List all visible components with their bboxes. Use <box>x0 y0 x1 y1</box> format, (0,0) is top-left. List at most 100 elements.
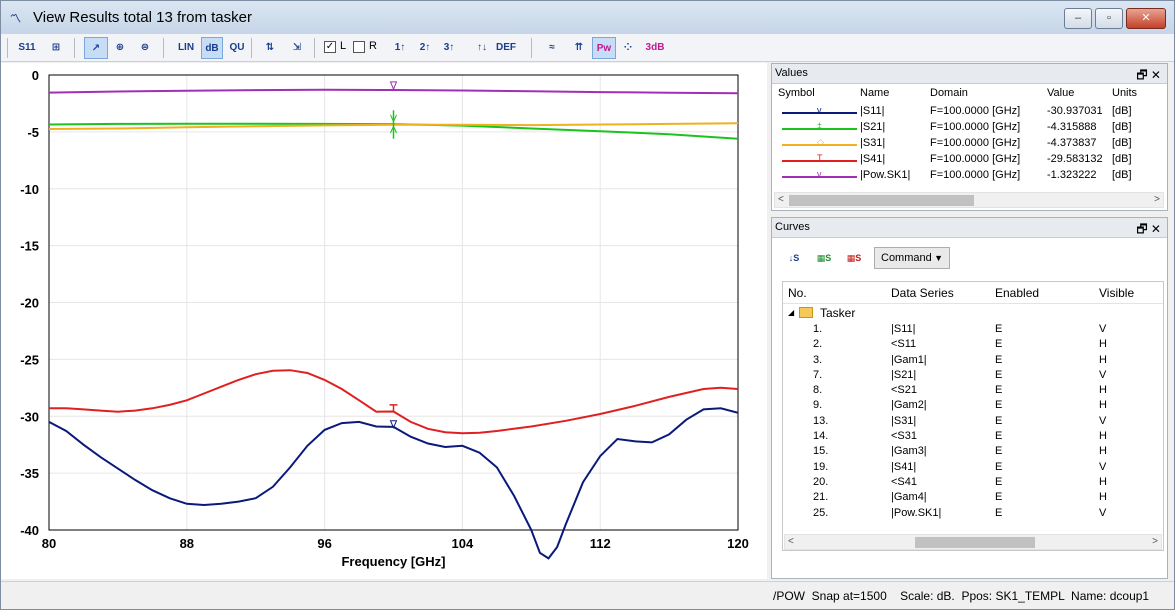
plot-area[interactable]: 0 -5 -10 -15 -20 -25 -30 -35 -40 80 88 96 104 112 120 F… <box>1 63 767 579</box>
value-domain: F=100.0000 [GHz] <box>930 121 1021 133</box>
port1-icon[interactable]: 1↑ <box>389 37 411 59</box>
table-row[interactable]: 2. <S11 E H <box>783 337 1163 352</box>
values-row[interactable]: T |S41| F=100.0000 [GHz] -29.583132 [dB] <box>772 152 1167 168</box>
value-value: -4.315888 <box>1047 121 1097 133</box>
y-tick-label: -15 <box>20 239 39 254</box>
peak-icon[interactable]: ⇅ <box>259 37 281 59</box>
table-row[interactable]: 25. |Pow.SK1| E V <box>783 506 1163 521</box>
checkbox-r[interactable] <box>353 41 365 53</box>
x-tick-label: 120 <box>727 536 749 551</box>
pow-icon[interactable]: Pw <box>592 37 616 59</box>
col-symbol: Symbol <box>778 87 815 99</box>
command-dropdown[interactable]: Command ▼ <box>874 247 950 269</box>
chevron-down-icon: ▼ <box>934 253 943 263</box>
scroll-thumb[interactable] <box>789 195 974 206</box>
maximize-button[interactable]: ▫ <box>1095 8 1123 29</box>
scroll-right-icon[interactable]: > <box>1154 193 1160 207</box>
value-units: [dB] <box>1112 137 1132 149</box>
row-no: 7. <box>813 368 823 381</box>
smith-icon[interactable]: ⊜ <box>135 37 155 59</box>
value-name: |S31| <box>860 137 886 149</box>
values-panel: Values 🗗 ✕ Symbol Name Domain Value Unit… <box>771 63 1168 211</box>
values-grid-header: Symbol Name Domain Value Units <box>772 84 1167 104</box>
curves-hscroll[interactable]: < > <box>784 534 1162 550</box>
def-icon[interactable]: DEF <box>495 37 517 59</box>
table-row[interactable]: 9. |Gam2| E H <box>783 398 1163 413</box>
enable-series-icon[interactable]: ▦S <box>814 248 834 266</box>
scroll-right-icon[interactable]: > <box>1152 535 1158 549</box>
values-panel-title: Values <box>775 67 808 79</box>
row-visible: H <box>1099 399 1107 412</box>
fit-icon[interactable]: ⊞ <box>44 37 68 59</box>
results-window: 〽 View Results total 13 from tasker – ▫ … <box>0 0 1175 610</box>
marker-icon[interactable]: ⇈ <box>568 37 590 59</box>
line-chart[interactable]: 0 -5 -10 -15 -20 -25 -30 -35 -4080 88 96 104 112 120 F… <box>1 63 767 579</box>
row-series: <S31 <box>891 430 917 443</box>
qu-scale-icon[interactable]: QU <box>226 37 248 59</box>
scroll-thumb[interactable] <box>915 537 1035 548</box>
row-series: |Gam1| <box>891 353 927 366</box>
cursor-icon[interactable]: ↗ <box>84 37 108 59</box>
row-visible: H <box>1099 353 1107 366</box>
table-row[interactable]: 19. |S41| E V <box>783 460 1163 475</box>
scroll-left-icon[interactable]: < <box>788 535 794 549</box>
table-row[interactable]: 21. |Gam4| E H <box>783 490 1163 505</box>
scroll-left-icon[interactable]: < <box>778 193 784 207</box>
expand-triangle-icon[interactable]: ◢ <box>788 308 794 317</box>
table-row[interactable]: 8. <S21 E H <box>783 383 1163 398</box>
values-row[interactable]: v |Pow.SK1| F=100.0000 [GHz] -1.323222 [dB] <box>772 168 1167 184</box>
toolbar-separator <box>163 38 164 58</box>
sort-series-icon[interactable]: ↓S <box>784 248 804 266</box>
value-value: -1.323222 <box>1047 169 1097 181</box>
table-row[interactable]: 14. <S31 E H <box>783 429 1163 444</box>
row-enabled: E <box>995 460 1003 473</box>
series-line-s41[interactable] <box>49 369 738 435</box>
minimize-button[interactable]: – <box>1064 8 1092 29</box>
values-hscroll[interactable]: < > <box>774 192 1164 208</box>
s11-view-icon[interactable]: S11 <box>15 37 39 59</box>
row-no: 13. <box>813 414 829 427</box>
table-row[interactable]: 3. |Gam1| E H <box>783 353 1163 368</box>
zoom-icon[interactable]: ⇲ <box>286 37 308 59</box>
series-line-s11[interactable] <box>49 407 738 560</box>
series-symbol-marker: ◇ <box>817 137 824 147</box>
values-panel-header: Values 🗗 ✕ <box>772 64 1167 84</box>
ins-icon[interactable]: ↑↓ <box>471 37 493 59</box>
row-no: 21. <box>813 491 829 504</box>
value-units: [dB] <box>1112 153 1132 165</box>
value-value: -29.583132 <box>1047 153 1103 165</box>
wave-icon[interactable]: ≈ <box>540 37 564 59</box>
close-button[interactable]: ✕ <box>1126 8 1166 29</box>
x-tick-label: 88 <box>180 536 194 551</box>
3db-icon[interactable]: 3dB <box>642 37 668 59</box>
port3-icon[interactable]: 3↑ <box>438 37 460 59</box>
window-title: View Results total 13 from tasker <box>33 9 252 26</box>
curves-table-header: No. Data Series Enabled Visible <box>783 282 1163 304</box>
tasker-group-row[interactable]: ◢ Tasker <box>783 304 1163 322</box>
row-enabled: E <box>995 506 1003 519</box>
table-row[interactable]: 15. |Gam3| E H <box>783 444 1163 459</box>
row-series: <S41 <box>891 475 917 488</box>
toolbar-separator <box>531 38 532 58</box>
table-row[interactable]: 7. |S21| E V <box>783 368 1163 383</box>
x-tick-label: 112 <box>590 536 611 551</box>
lin-scale-icon[interactable]: LIN <box>175 37 197 59</box>
row-visible: V <box>1099 368 1107 381</box>
disable-series-icon[interactable]: ▦S <box>844 248 864 266</box>
dots-icon[interactable]: ⁘ <box>617 37 639 59</box>
port2-icon[interactable]: 2↑ <box>414 37 436 59</box>
table-row[interactable]: 13. |S31| E V <box>783 414 1163 429</box>
values-row[interactable]: v |S11| F=100.0000 [GHz] -30.937031 [dB] <box>772 104 1167 120</box>
toolbar: S11 ⊞ ↗ ⊕ ⊜ LIN dB QU ⇅ ⇲ 1↑ 2↑ 3↑ ↑↓ DEF ≈ ⇈ Pw ⁘ 3dB ✓ L R <box>1 34 1174 62</box>
table-row[interactable]: 1. |S11| E V <box>783 322 1163 337</box>
checkbox-l[interactable]: ✓ <box>324 41 336 53</box>
polar-icon[interactable]: ⊕ <box>110 37 130 59</box>
value-units: [dB] <box>1112 105 1132 117</box>
row-no: 20. <box>813 475 829 488</box>
values-row[interactable]: ‡ |S21| F=100.0000 [GHz] -4.315888 [dB] <box>772 120 1167 136</box>
values-row[interactable]: ◇ |S31| F=100.0000 [GHz] -4.373837 [dB] <box>772 136 1167 152</box>
group-label: Tasker <box>820 306 856 320</box>
db-scale-icon[interactable]: dB <box>201 37 223 59</box>
table-row[interactable]: 20. <S41 E H <box>783 475 1163 490</box>
series-symbol-marker: v <box>817 105 822 115</box>
